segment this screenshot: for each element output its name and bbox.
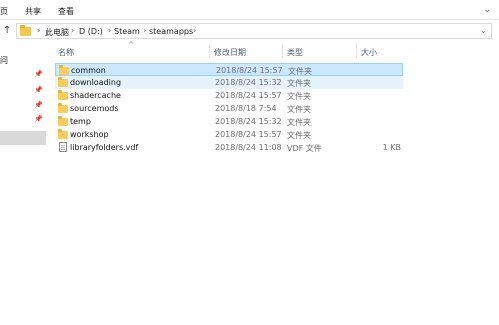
tab-share[interactable]: 共享 — [25, 6, 41, 17]
column-header-type[interactable]: 类型 — [287, 47, 303, 58]
file-row[interactable]: common 2018/8/24 15:57 文件夹 — [55, 63, 403, 76]
breadcrumb-steamapps[interactable]: steamapps — [149, 27, 193, 36]
file-size: 1 KB — [382, 143, 401, 152]
nav-item-label[interactable]: 问 — [0, 55, 8, 66]
breadcrumb-steam[interactable]: Steam — [114, 27, 140, 36]
pin-icon[interactable]: 📌 — [34, 115, 43, 123]
pin-icon[interactable]: 📌 — [34, 86, 43, 94]
chevron-right-icon[interactable]: › — [193, 26, 196, 35]
folder-icon — [58, 103, 68, 113]
column-divider[interactable] — [356, 44, 357, 58]
column-header-size[interactable]: 大小 — [361, 47, 377, 58]
file-name: workshop — [70, 130, 109, 139]
file-type: 文件夹 — [287, 79, 311, 88]
breadcrumb-drive-d[interactable]: D (D:) — [79, 27, 103, 36]
file-row[interactable]: shadercache 2018/8/24 15:57 文件夹 — [55, 89, 403, 102]
address-bar[interactable]: › 此电脑 › D (D:) › Steam › steamapps › ⌄ — [16, 23, 492, 39]
file-row[interactable]: sourcemods 2018/8/18 7:54 文件夹 — [55, 102, 403, 115]
file-type: 文件夹 — [287, 105, 311, 114]
breadcrumb-this-pc[interactable]: 此电脑 — [45, 27, 69, 38]
file-date: 2018/8/24 15:32 — [215, 78, 282, 87]
chevron-right-icon[interactable]: › — [108, 26, 111, 35]
column-divider[interactable] — [209, 44, 210, 58]
folder-icon — [58, 129, 68, 139]
folder-icon — [58, 116, 68, 126]
file-date: 2018/8/24 15:57 — [216, 66, 283, 75]
file-name: libraryfolders.vdf — [70, 143, 139, 152]
navigation-pane: 问 📌 📌 📌 📌 — [0, 42, 46, 325]
file-date: 2018/8/18 7:54 — [215, 104, 277, 113]
file-name: sourcemods — [70, 104, 119, 113]
column-header-name[interactable]: 名称 — [58, 47, 74, 58]
tab-page[interactable]: 页 — [0, 6, 8, 17]
file-name: common — [71, 66, 106, 75]
file-name: downloading — [70, 78, 122, 87]
file-row[interactable]: downloading 2018/8/24 15:32 文件夹 — [55, 76, 403, 89]
file-date: 2018/8/24 15:57 — [215, 130, 282, 139]
file-date: 2018/8/24 11:08 — [215, 143, 282, 152]
file-type: 文件夹 — [287, 92, 311, 101]
folder-icon — [59, 65, 69, 75]
chevron-right-icon[interactable]: › — [37, 26, 40, 35]
file-row[interactable]: workshop 2018/8/24 15:57 文件夹 — [55, 128, 403, 141]
sort-up-icon: ^ — [128, 41, 134, 49]
pin-icon[interactable]: 📌 — [34, 101, 43, 109]
file-row[interactable]: temp 2018/8/24 15:32 文件夹 — [55, 115, 403, 128]
ribbon-tabs: 页 共享 查看 ⌄ — [0, 0, 499, 20]
file-type: VDF 文件 — [287, 144, 322, 153]
address-bar-row: ↑ › 此电脑 › D (D:) › Steam › steamapps › ⌄ — [0, 20, 499, 42]
column-divider[interactable] — [282, 44, 283, 58]
folder-icon — [20, 25, 31, 36]
file-type: 文件夹 — [287, 118, 311, 127]
folder-icon — [58, 90, 68, 100]
file-name: shadercache — [70, 91, 121, 100]
file-row[interactable]: libraryfolders.vdf 2018/8/24 11:08 VDF 文… — [55, 141, 403, 154]
chevron-right-icon[interactable]: › — [71, 26, 74, 35]
file-name: temp — [70, 117, 91, 126]
file-date: 2018/8/24 15:57 — [215, 91, 282, 100]
ribbon-expand-icon[interactable]: ⌄ — [483, 5, 491, 15]
file-type: 文件夹 — [287, 131, 311, 140]
column-header-date[interactable]: 修改日期 — [214, 47, 246, 58]
folder-icon — [58, 77, 68, 87]
nav-item-selected[interactable] — [0, 131, 46, 145]
chevron-right-icon[interactable]: › — [143, 26, 146, 35]
tab-view[interactable]: 查看 — [58, 6, 74, 17]
chevron-down-icon[interactable]: ⌄ — [480, 26, 487, 35]
file-date: 2018/8/24 15:32 — [215, 117, 282, 126]
up-arrow-icon[interactable]: ↑ — [3, 25, 11, 36]
document-icon — [59, 142, 67, 152]
pin-icon[interactable]: 📌 — [34, 70, 43, 78]
